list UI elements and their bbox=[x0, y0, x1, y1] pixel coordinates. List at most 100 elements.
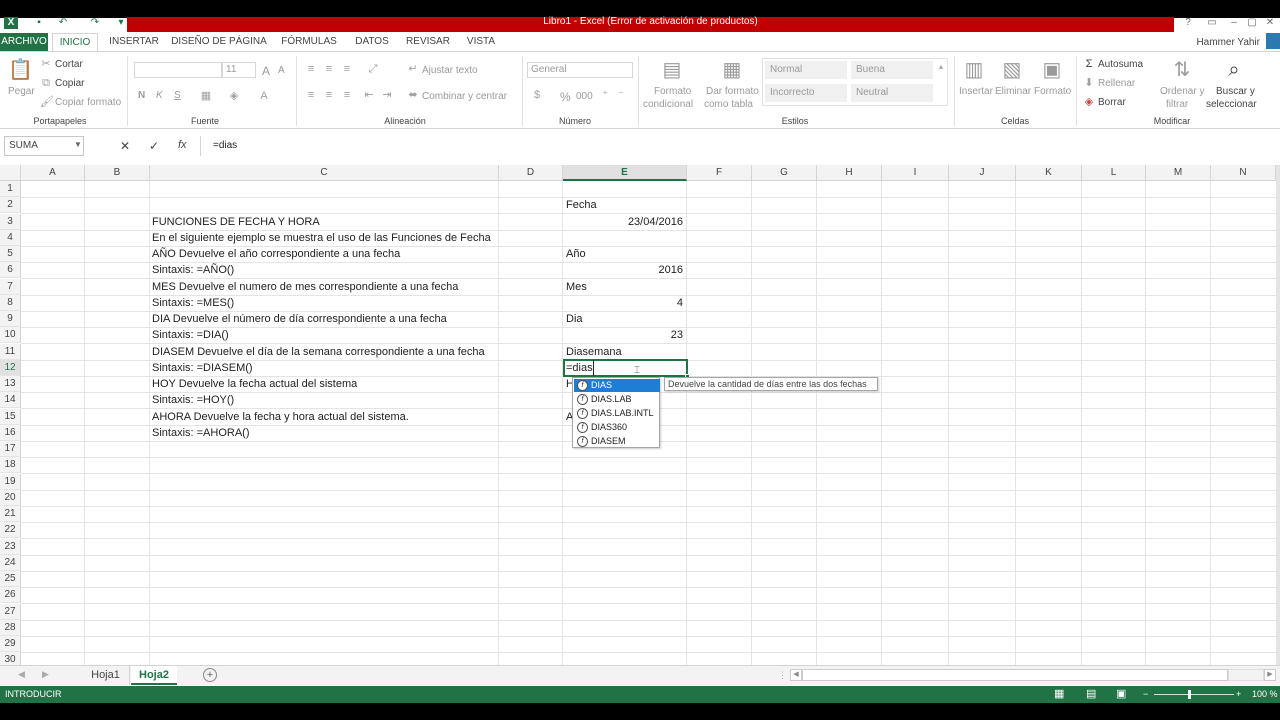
find-select-icon[interactable]: ⌕ bbox=[1222, 58, 1246, 82]
font-color-icon[interactable]: A bbox=[254, 89, 274, 103]
cell-c16[interactable]: Sintaxis: =AHORA() bbox=[150, 425, 250, 441]
conditional-format-icon[interactable]: ▤ bbox=[660, 58, 684, 82]
formula-input[interactable]: =dias bbox=[200, 136, 1280, 156]
autocomplete-item[interactable]: f DIASEM bbox=[574, 435, 660, 448]
zoom-in-icon[interactable]: + bbox=[1236, 686, 1241, 703]
minimize-icon[interactable]: – bbox=[1226, 17, 1242, 29]
cell-c5[interactable]: AÑO Devuelve el año correspondiente a un… bbox=[150, 246, 400, 262]
cell-c10[interactable]: Sintaxis: =DIA() bbox=[150, 327, 229, 343]
format-painter-button[interactable]: Copiar formato bbox=[55, 97, 121, 108]
conditional-format-label-1[interactable]: Formato bbox=[654, 86, 691, 97]
prev-sheet-icon[interactable]: ◀ bbox=[18, 669, 25, 680]
style-good[interactable]: Buena bbox=[851, 61, 933, 79]
merge-center-icon[interactable]: ⬌ bbox=[406, 88, 420, 102]
row-header-29[interactable]: 29 bbox=[0, 636, 21, 652]
save-icon[interactable]: ▪ bbox=[32, 17, 46, 29]
clear-icon[interactable]: ◈ bbox=[1082, 95, 1096, 109]
column-header-c[interactable]: C bbox=[150, 165, 499, 181]
column-header-n[interactable]: N bbox=[1211, 165, 1276, 181]
undo-icon[interactable]: ↶ bbox=[56, 17, 70, 29]
tab-diseno-de-pagina[interactable]: DISEÑO DE PÁGINA bbox=[170, 33, 268, 51]
format-as-table-label-1[interactable]: Dar formato bbox=[706, 86, 759, 97]
sort-filter-icon[interactable]: ⇅ bbox=[1170, 58, 1194, 82]
italic-button[interactable]: K bbox=[156, 90, 163, 101]
sort-filter-label-1[interactable]: Ordenar y bbox=[1160, 86, 1204, 97]
fill-color-icon[interactable]: ◈ bbox=[224, 89, 244, 103]
column-header-f[interactable]: F bbox=[687, 165, 752, 181]
format-cells-button[interactable]: Formato bbox=[1034, 86, 1071, 97]
row-header-14[interactable]: 14 bbox=[0, 392, 21, 408]
delete-cells-icon[interactable]: ▧ bbox=[1000, 58, 1024, 82]
name-box-dropdown-icon[interactable]: ▼ bbox=[74, 140, 82, 149]
underline-button[interactable]: S bbox=[174, 90, 181, 101]
tab-inicio[interactable]: INICIO bbox=[52, 33, 98, 51]
sort-filter-label-2[interactable]: filtrar bbox=[1166, 99, 1188, 110]
row-header-30[interactable]: 30 bbox=[0, 652, 21, 665]
borders-icon[interactable]: ▦ bbox=[196, 89, 216, 103]
column-header-l[interactable]: L bbox=[1082, 165, 1146, 181]
style-normal[interactable]: Normal bbox=[765, 61, 847, 79]
sheet-tab-hoja2[interactable]: Hoja2 bbox=[131, 666, 177, 685]
autocomplete-item[interactable]: f DIAS.LAB.INTL bbox=[574, 407, 660, 420]
cell-e6[interactable]: 2016 bbox=[564, 262, 686, 278]
zoom-out-icon[interactable]: − bbox=[1143, 686, 1148, 703]
column-header-j[interactable]: J bbox=[949, 165, 1016, 181]
close-icon[interactable]: ✕ bbox=[1262, 17, 1278, 29]
page-layout-icon[interactable]: ▤ bbox=[1086, 686, 1096, 703]
currency-icon[interactable]: $ bbox=[528, 88, 546, 102]
row-header-4[interactable]: 4 bbox=[0, 230, 21, 246]
avatar[interactable] bbox=[1266, 33, 1280, 49]
column-header-g[interactable]: G bbox=[752, 165, 817, 181]
cell-c6[interactable]: Sintaxis: =AÑO() bbox=[150, 262, 234, 278]
fill-icon[interactable]: ⬇ bbox=[1082, 76, 1096, 90]
ribbon-display-icon[interactable]: ▭ bbox=[1204, 17, 1220, 29]
scroll-left-icon[interactable]: ◀ bbox=[790, 669, 802, 681]
tab-archivo[interactable]: ARCHIVO bbox=[0, 33, 48, 51]
vertical-scroll-track[interactable] bbox=[1276, 165, 1280, 665]
customize-quick-access-icon[interactable]: ▾ bbox=[114, 17, 128, 29]
row-header-24[interactable]: 24 bbox=[0, 555, 21, 571]
row-header-7[interactable]: 7 bbox=[0, 279, 21, 295]
name-box[interactable]: SUMA bbox=[4, 136, 84, 156]
paste-button[interactable]: Pegar bbox=[8, 86, 35, 97]
font-size-select[interactable]: 11 bbox=[222, 62, 256, 78]
cell-e10[interactable]: 23 bbox=[564, 327, 686, 343]
font-name-select[interactable] bbox=[134, 62, 222, 78]
cut-button[interactable]: Cortar bbox=[55, 59, 83, 70]
function-autocomplete-list[interactable]: f DIAS f DIAS.LAB f DIAS.LAB.INTL f DIAS360 … bbox=[572, 377, 660, 448]
clear-button[interactable]: Borrar bbox=[1098, 97, 1126, 108]
percent-button[interactable]: % bbox=[560, 90, 571, 104]
row-header-15[interactable]: 15 bbox=[0, 409, 21, 425]
align-center-icon[interactable]: ≡ bbox=[322, 88, 336, 102]
horizontal-scrollbar-thumb[interactable] bbox=[802, 669, 1228, 681]
horizontal-scroll-track[interactable] bbox=[1228, 669, 1264, 681]
row-header-12[interactable]: 12 bbox=[0, 360, 21, 376]
row-header-2[interactable]: 2 bbox=[0, 197, 21, 213]
sheet-tab-hoja1[interactable]: Hoja1 bbox=[82, 666, 130, 685]
row-header-21[interactable]: 21 bbox=[0, 506, 21, 522]
align-middle-icon[interactable]: ≡ bbox=[322, 62, 336, 76]
decrease-decimal-icon[interactable]: ⁻ bbox=[614, 88, 628, 102]
row-header-23[interactable]: 23 bbox=[0, 539, 21, 555]
cell-e5[interactable]: Año bbox=[564, 246, 686, 262]
row-header-11[interactable]: 11 bbox=[0, 344, 21, 360]
autosum-button[interactable]: Autosuma bbox=[1098, 59, 1143, 70]
style-bad[interactable]: Incorrecto bbox=[765, 84, 847, 102]
autocomplete-item[interactable]: f DIAS.LAB bbox=[574, 393, 660, 406]
number-format-select[interactable]: General bbox=[527, 62, 633, 78]
thousands-button[interactable]: 000 bbox=[576, 91, 593, 102]
align-bottom-icon[interactable]: ≡ bbox=[340, 62, 354, 76]
new-sheet-icon[interactable]: + bbox=[203, 668, 217, 682]
row-header-28[interactable]: 28 bbox=[0, 620, 21, 636]
row-header-1[interactable]: 1 bbox=[0, 181, 21, 197]
decrease-indent-icon[interactable]: ⇤ bbox=[362, 88, 376, 102]
row-header-20[interactable]: 20 bbox=[0, 490, 21, 506]
cut-icon[interactable]: ✂ bbox=[40, 57, 52, 71]
zoom-slider-thumb[interactable] bbox=[1188, 690, 1191, 699]
increase-decimal-icon[interactable]: ⁺ bbox=[598, 88, 612, 102]
cell-e8[interactable]: 4 bbox=[564, 295, 686, 311]
row-header-27[interactable]: 27 bbox=[0, 604, 21, 620]
row-header-5[interactable]: 5 bbox=[0, 246, 21, 262]
format-as-table-icon[interactable]: ▦ bbox=[720, 58, 744, 82]
insert-cells-button[interactable]: Insertar bbox=[959, 86, 993, 97]
